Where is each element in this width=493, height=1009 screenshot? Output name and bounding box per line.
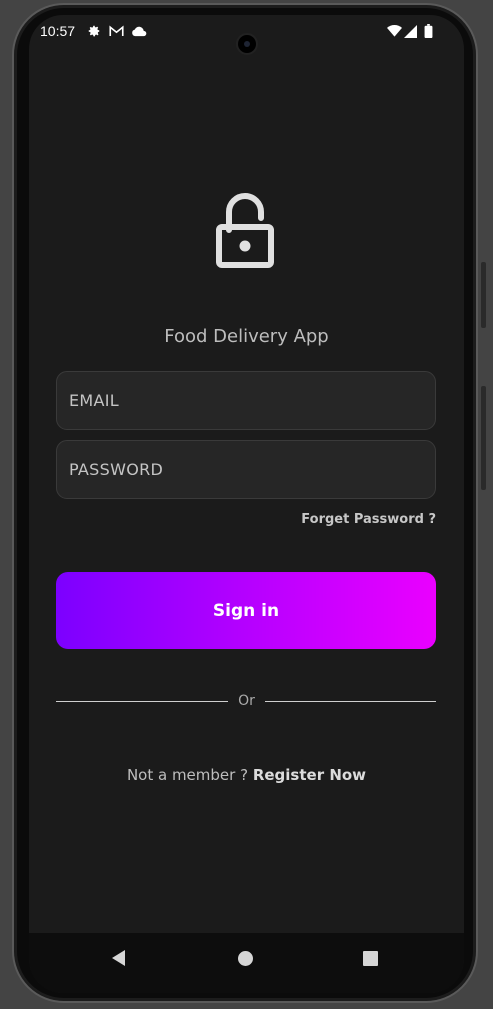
or-label: Or — [238, 693, 255, 709]
divider-right — [265, 701, 436, 702]
app-title: Food Delivery App — [164, 326, 329, 347]
wifi-icon — [386, 23, 402, 39]
password-field[interactable] — [56, 440, 436, 499]
forgot-password-link[interactable]: Forget Password ? — [301, 512, 436, 527]
phone-screen: 10:57 Food Delivery App EMAIL Forget Pas… — [29, 15, 464, 993]
sign-in-button[interactable]: Sign in — [56, 572, 436, 649]
gmail-icon — [108, 23, 124, 39]
volume-button — [481, 262, 486, 328]
unlock-icon — [213, 190, 277, 270]
gear-icon — [86, 23, 102, 39]
not-member-text: Not a member ? — [126, 766, 249, 784]
cloud-icon — [131, 23, 147, 39]
front-camera — [236, 33, 258, 55]
back-icon[interactable] — [112, 950, 125, 966]
battery-icon — [420, 23, 436, 39]
status-time: 10:57 — [40, 23, 76, 39]
signal-icon — [402, 23, 418, 39]
recents-icon[interactable] — [363, 951, 378, 966]
register-now-link[interactable]: Register Now — [253, 766, 366, 784]
navigation-bar — [29, 933, 464, 993]
register-prompt: Not a member ? Register Now — [29, 766, 464, 784]
divider-left — [56, 701, 228, 702]
password-input[interactable] — [57, 441, 435, 498]
email-input[interactable] — [57, 372, 435, 429]
home-icon[interactable] — [238, 951, 253, 966]
power-button — [481, 386, 486, 490]
email-field[interactable] — [56, 371, 436, 430]
